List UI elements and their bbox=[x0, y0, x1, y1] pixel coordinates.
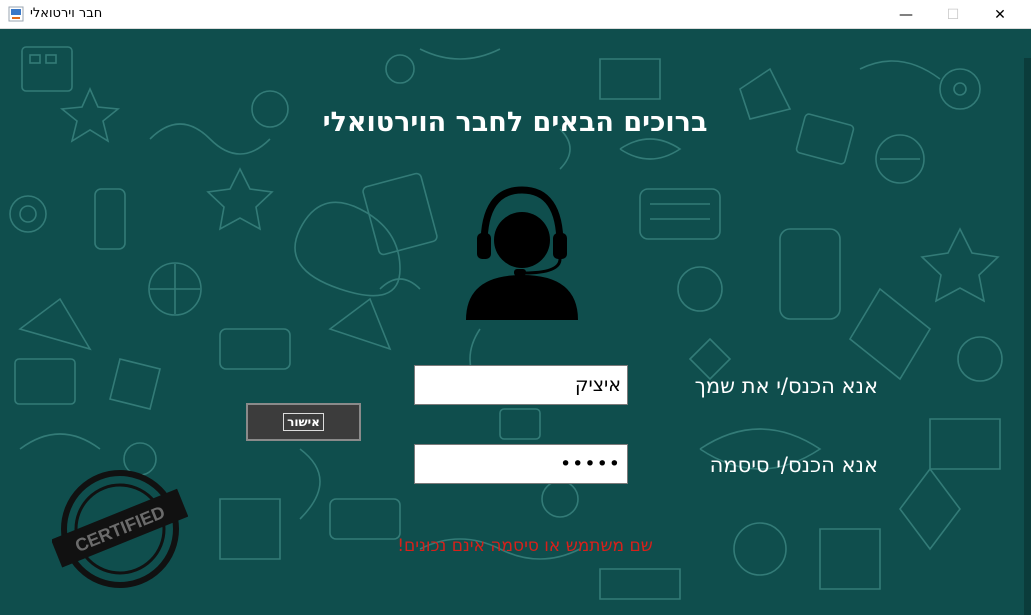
welcome-heading: ברוכים הבאים לחבר הוירטואלי bbox=[322, 107, 708, 138]
window-title: חבר וירטואלי bbox=[30, 6, 103, 21]
ok-button-label: אישור bbox=[283, 413, 324, 431]
minimize-icon: — bbox=[899, 6, 913, 23]
title-bar: חבר וירטואלי — ☐ ✕ bbox=[0, 0, 1031, 29]
minimize-button[interactable]: — bbox=[883, 0, 929, 29]
window-edge bbox=[1024, 58, 1031, 615]
close-icon: ✕ bbox=[994, 6, 1006, 23]
certified-stamp-icon: CERTIFIED bbox=[52, 470, 188, 588]
name-label: אנא הכנס/י את שמך bbox=[694, 374, 878, 398]
customer-support-headset-icon bbox=[466, 186, 578, 320]
ok-button[interactable]: אישור bbox=[246, 403, 361, 441]
close-button[interactable]: ✕ bbox=[977, 0, 1023, 29]
error-message: שם משתמש או סיסמה אינם נכונים! bbox=[397, 536, 653, 556]
maximize-button[interactable]: ☐ bbox=[930, 0, 976, 29]
app-icon bbox=[8, 6, 24, 22]
login-panel: ברוכים הבאים לחבר הוירטואלי אנא הכנס/י א… bbox=[0, 29, 1031, 615]
name-input[interactable] bbox=[414, 365, 628, 405]
password-label: אנא הכנס/י סיסמה bbox=[709, 453, 878, 477]
maximize-icon: ☐ bbox=[946, 6, 960, 23]
password-input[interactable] bbox=[414, 444, 628, 484]
